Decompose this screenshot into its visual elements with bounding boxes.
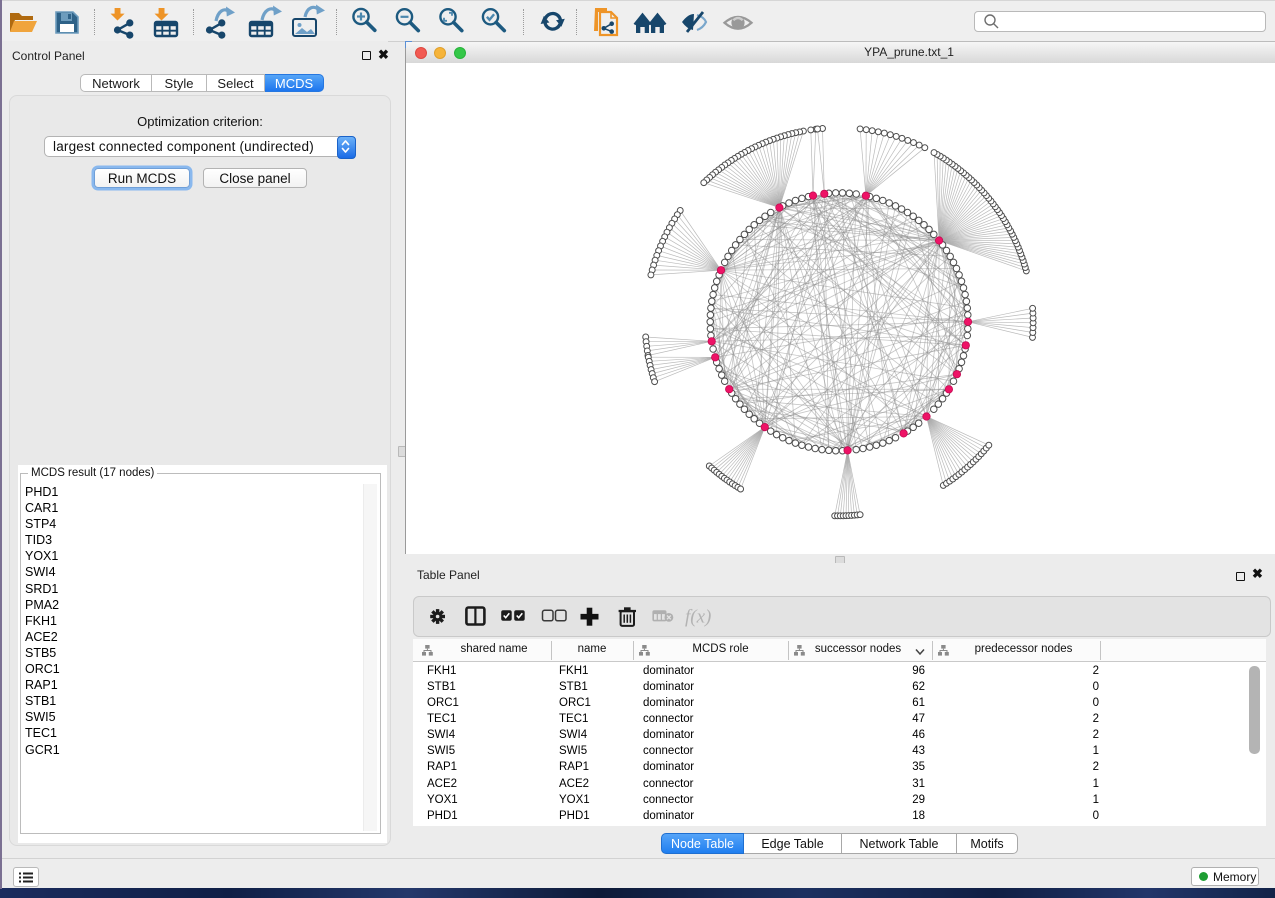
svg-text:f(x): f(x) bbox=[685, 607, 711, 628]
